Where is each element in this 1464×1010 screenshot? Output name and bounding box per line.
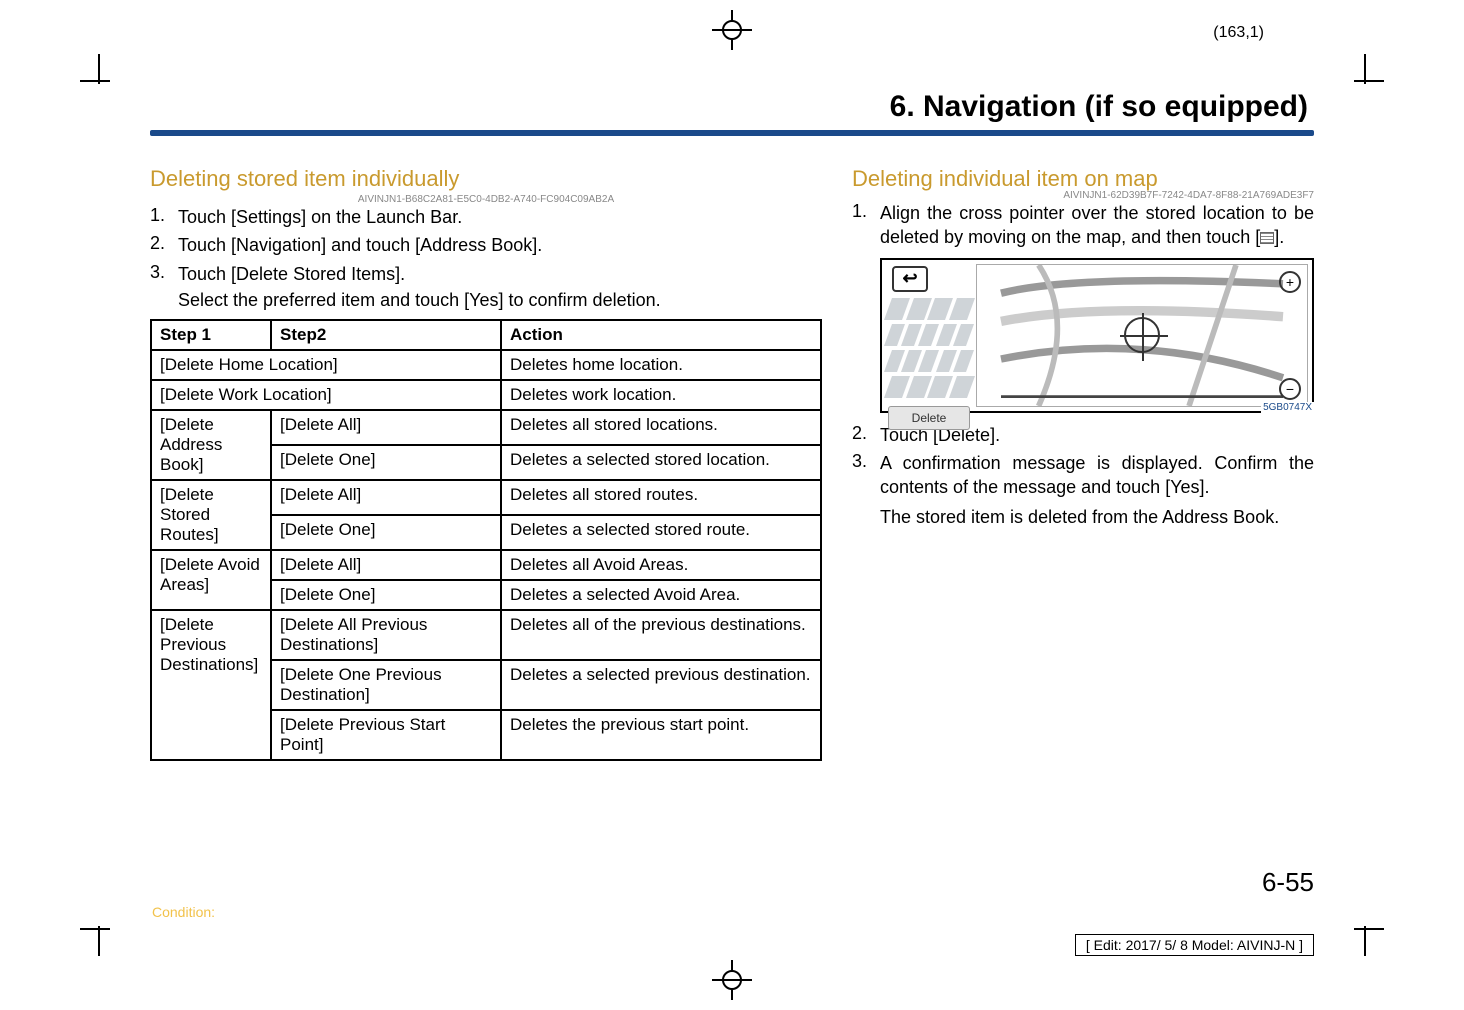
- step-subnote: The stored item is deleted from the Addr…: [880, 505, 1314, 529]
- top-page-marker: (163,1): [1213, 24, 1264, 42]
- step-text: Touch [Navigation] and touch [Address Bo…: [178, 233, 822, 257]
- table-cell: Deletes work location.: [501, 380, 821, 410]
- table-cell: [Delete Work Location]: [151, 380, 501, 410]
- crop-mark-top: [712, 10, 752, 50]
- step-text-part: ].: [1274, 227, 1284, 247]
- table-head: Step2: [271, 320, 501, 350]
- zoom-in-icon: +: [1279, 271, 1301, 293]
- right-subhead: Deleting individual item on map: [852, 166, 1314, 192]
- table-cell: Deletes all stored routes.: [501, 480, 821, 515]
- table-cell: [Delete All Previous Destinations]: [271, 610, 501, 660]
- chapter-title: 6. Navigation (if so equipped): [150, 90, 1314, 130]
- map-figure: ↩ Delete: [880, 258, 1314, 413]
- table-cell: Deletes all stored locations.: [501, 410, 821, 445]
- left-uid: AIVINJN1-B68C2A81-E5C0-4DB2-A740-FC904C0…: [150, 194, 822, 205]
- table-cell: [Delete Stored Routes]: [151, 480, 271, 550]
- page-number: 6-55: [1262, 867, 1314, 898]
- cross-pointer-icon: [1124, 317, 1160, 353]
- map-sidebar: Delete: [888, 298, 970, 407]
- table-cell: [Delete One]: [271, 515, 501, 550]
- map-button-icon: [1260, 232, 1274, 244]
- right-step-list-cont: 2.Touch [Delete]. 3.A confirmation messa…: [852, 423, 1314, 500]
- right-step-list: 1. Align the cross pointer over the stor…: [852, 201, 1314, 250]
- zoom-out-icon: −: [1279, 378, 1301, 400]
- table-cell: Deletes all of the previous destinations…: [501, 610, 821, 660]
- step-number: 3.: [852, 451, 880, 500]
- back-arrow-icon: ↩: [892, 266, 928, 292]
- table-head: Step 1: [151, 320, 271, 350]
- step-text: Touch [Settings] on the Launch Bar.: [178, 205, 822, 229]
- table-cell: Deletes a selected previous destination.: [501, 660, 821, 710]
- table-cell: [Delete Previous Start Point]: [271, 710, 501, 760]
- table-cell: Deletes home location.: [501, 350, 821, 380]
- figure-id: 5GB0747X: [1261, 402, 1314, 413]
- step-number: 2.: [150, 233, 178, 257]
- step-text: Touch [Delete Stored Items].: [178, 262, 822, 286]
- table-cell: [Delete Previous Destinations]: [151, 610, 271, 760]
- condition-label: Condition:: [152, 904, 215, 920]
- table-cell: Deletes a selected stored route.: [501, 515, 821, 550]
- table-cell: Deletes a selected Avoid Area.: [501, 580, 821, 610]
- title-rule: [150, 130, 1314, 136]
- table-cell: [Delete Address Book]: [151, 410, 271, 480]
- crop-corner: [98, 926, 100, 956]
- table-cell: [Delete Home Location]: [151, 350, 501, 380]
- edit-stamp: [ Edit: 2017/ 5/ 8 Model: AIVINJ-N ]: [1075, 934, 1314, 956]
- crop-corner: [80, 80, 110, 82]
- step-number: 2.: [852, 423, 880, 447]
- left-step-list: 1.Touch [Settings] on the Launch Bar. 2.…: [150, 205, 822, 286]
- table-cell: [Delete All]: [271, 480, 501, 515]
- table-cell: [Delete All]: [271, 550, 501, 580]
- crop-corner: [1354, 928, 1384, 930]
- left-substep-text: Select the preferred item and touch [Yes…: [178, 290, 822, 311]
- map-area: + −: [976, 264, 1308, 407]
- step-text: Align the cross pointer over the stored …: [880, 201, 1314, 250]
- step-number: 1.: [852, 201, 880, 250]
- left-subhead: Deleting stored item individually: [150, 166, 822, 192]
- step-text-part: Align the cross pointer over the stored …: [880, 203, 1314, 247]
- table-cell: [Delete One Previous Destination]: [271, 660, 501, 710]
- step-text: A confirmation message is displayed. Con…: [880, 451, 1314, 500]
- crop-corner: [1364, 926, 1366, 956]
- delete-items-table: Step 1 Step2 Action [Delete Home Locatio…: [150, 319, 822, 761]
- table-cell: Deletes the previous start point.: [501, 710, 821, 760]
- table-cell: Deletes all Avoid Areas.: [501, 550, 821, 580]
- table-cell: [Delete All]: [271, 410, 501, 445]
- crop-mark-bottom: [712, 960, 752, 1000]
- table-head: Action: [501, 320, 821, 350]
- map-delete-button: Delete: [888, 406, 970, 430]
- table-cell: [Delete Avoid Areas]: [151, 550, 271, 610]
- table-cell: [Delete One]: [271, 580, 501, 610]
- crop-corner: [80, 928, 110, 930]
- crop-corner: [1354, 80, 1384, 82]
- step-number: 1.: [150, 205, 178, 229]
- step-number: 3.: [150, 262, 178, 286]
- table-cell: Deletes a selected stored location.: [501, 445, 821, 480]
- table-cell: [Delete One]: [271, 445, 501, 480]
